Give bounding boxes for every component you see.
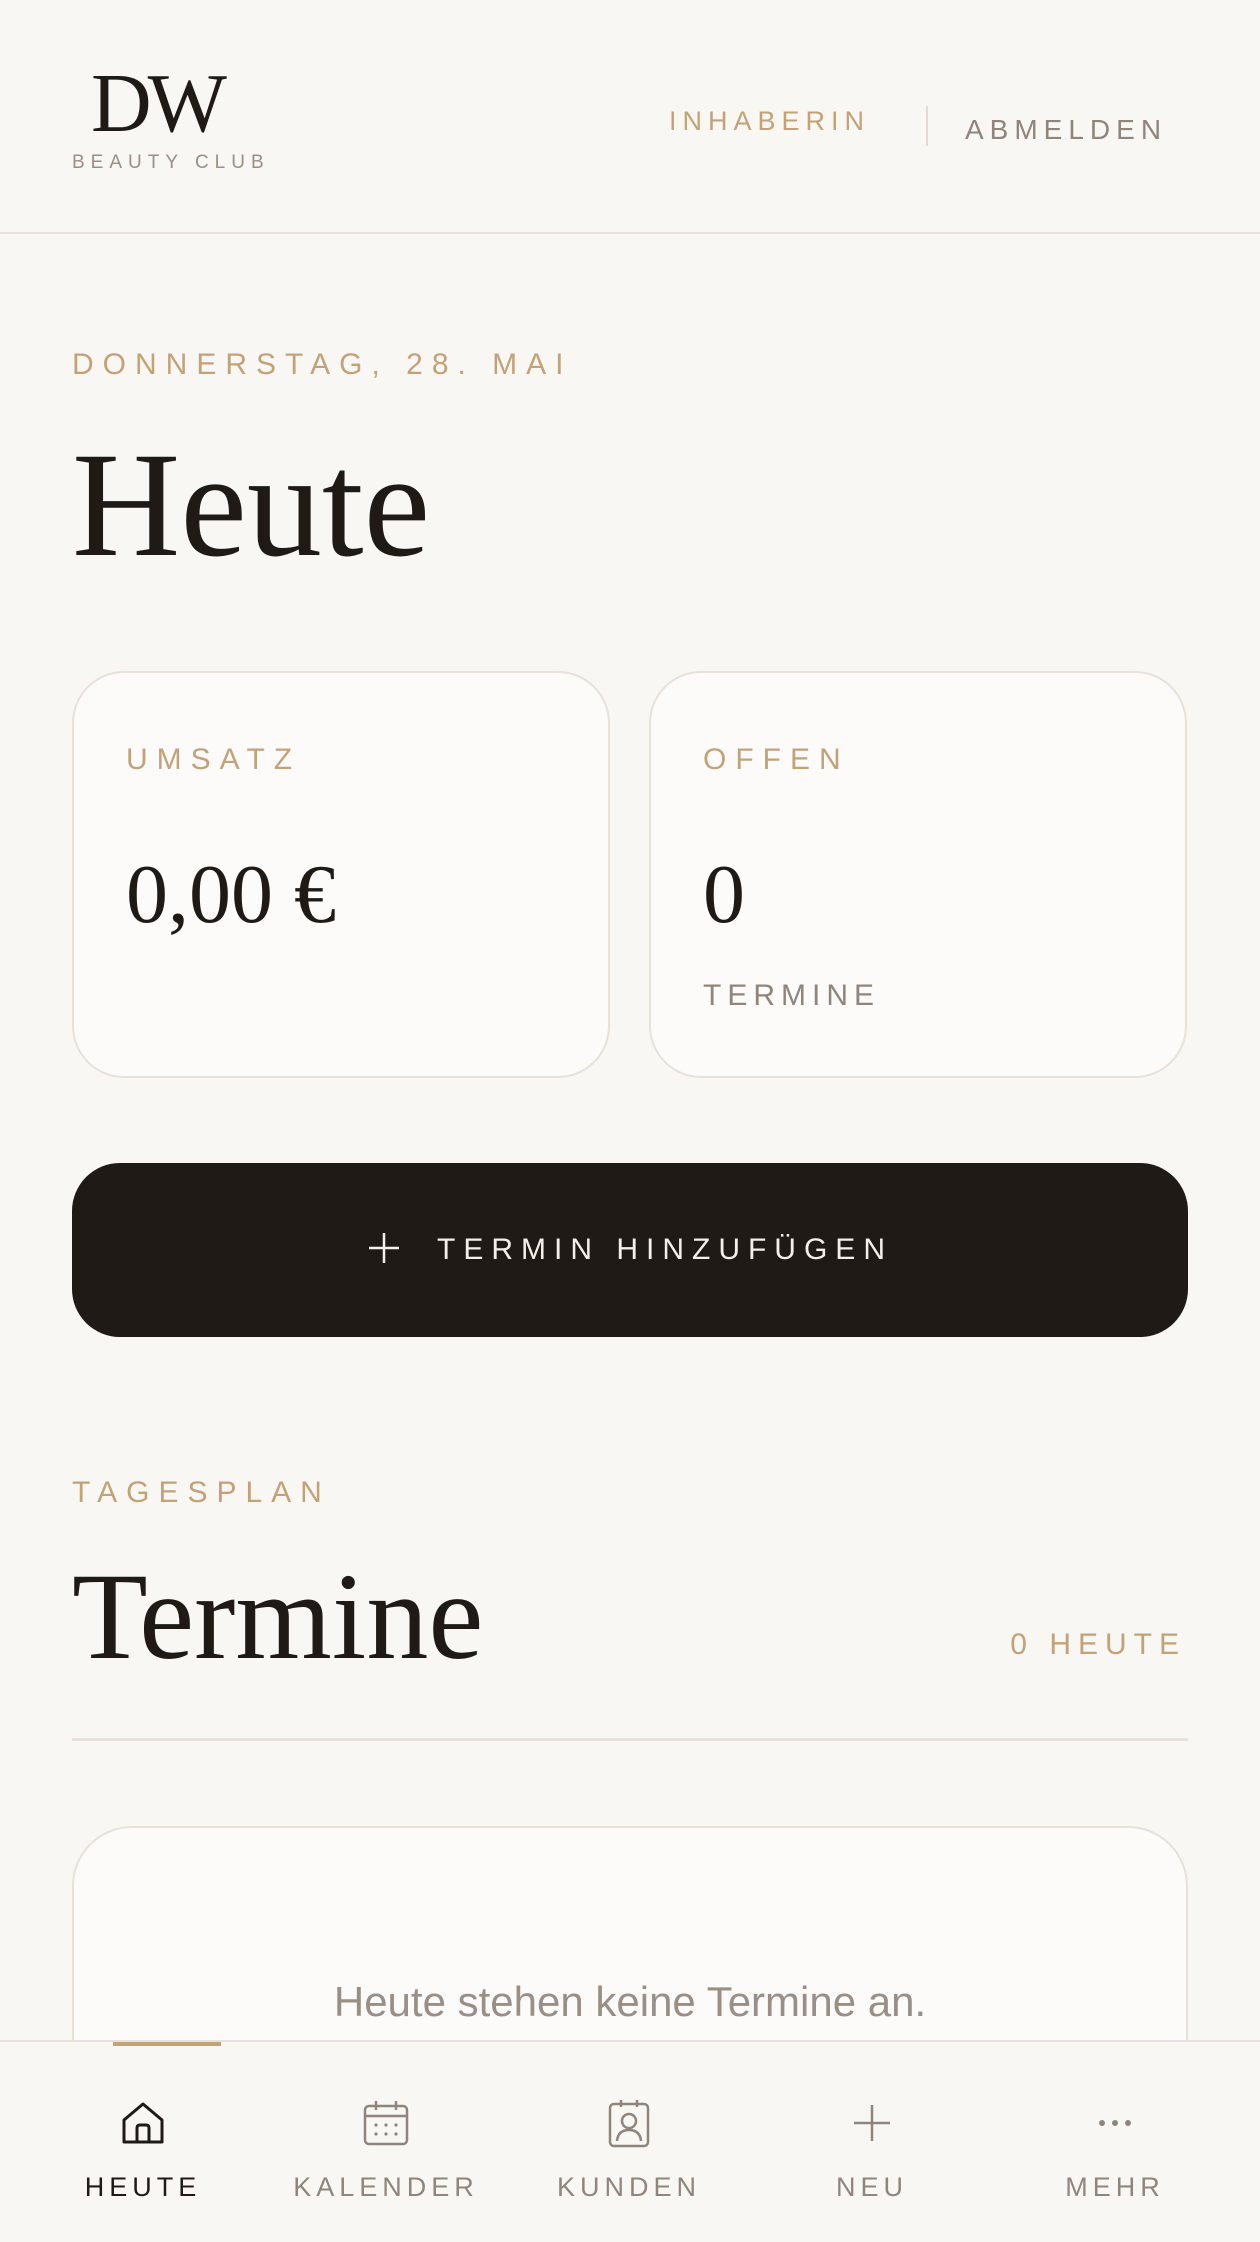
current-date: DONNERSTAG, 28. MAI (72, 348, 573, 381)
contacts-icon (608, 2100, 650, 2148)
logo-subtitle: BEAUTY CLUB (72, 152, 270, 173)
nav-label-kunden: KUNDEN (556, 2172, 701, 2202)
section-divider (72, 1738, 1188, 1741)
nav-label-mehr: MEHR (1065, 2172, 1165, 2202)
revenue-label: UMSATZ (126, 743, 302, 776)
active-indicator (113, 2042, 221, 2046)
open-value: 0 (703, 848, 745, 941)
logout-button[interactable]: ABMELDEN (965, 114, 1167, 146)
logo-mark: DW (91, 57, 227, 150)
nav-item-neu[interactable]: NEU (751, 2042, 993, 2242)
open-label: OFFEN (703, 743, 850, 776)
appointment-count: 0 HEUTE (1010, 1628, 1186, 1661)
calendar-icon (363, 2101, 409, 2146)
revenue-value: 0,00 € (126, 848, 336, 941)
empty-state-text: Heute stehen keine Termine an. (333, 1978, 927, 2025)
nav-item-kunden[interactable]: KUNDEN (508, 2042, 750, 2242)
more-icon (1099, 2120, 1131, 2126)
revenue-card: UMSATZ 0,00 € (72, 671, 610, 1078)
nav-label-heute: HEUTE (84, 2172, 202, 2202)
open-appointments-card: OFFEN 0 TERMINE (649, 671, 1187, 1078)
add-appointment-label: TERMIN HINZUFÜGEN (437, 1233, 893, 1266)
section-kicker: TAGESPLAN (72, 1476, 331, 1509)
user-role-label: INHABERIN (669, 106, 871, 136)
nav-item-mehr[interactable]: MEHR (994, 2042, 1236, 2242)
plus-icon (854, 2105, 890, 2141)
add-appointment-button[interactable]: TERMIN HINZUFÜGEN (72, 1163, 1188, 1337)
nav-item-heute[interactable]: HEUTE (22, 2042, 264, 2242)
open-sublabel: TERMINE (703, 979, 880, 1012)
app-header: DW BEAUTY CLUB INHABERIN ABMELDEN (0, 0, 1260, 234)
home-icon (122, 2102, 164, 2144)
nav-item-kalender[interactable]: KALENDER (265, 2042, 507, 2242)
header-divider (926, 106, 928, 146)
plus-icon (367, 1226, 401, 1274)
nav-label-kalender: KALENDER (293, 2172, 479, 2202)
page-title: Heute (72, 422, 431, 588)
bottom-nav: HEUTE KALENDER KUNDEN NEU MEHR (0, 2040, 1260, 2242)
logo[interactable]: DW BEAUTY CLUB (72, 62, 282, 174)
nav-label-neu: NEU (835, 2172, 908, 2202)
section-title: Termine (72, 1548, 484, 1685)
